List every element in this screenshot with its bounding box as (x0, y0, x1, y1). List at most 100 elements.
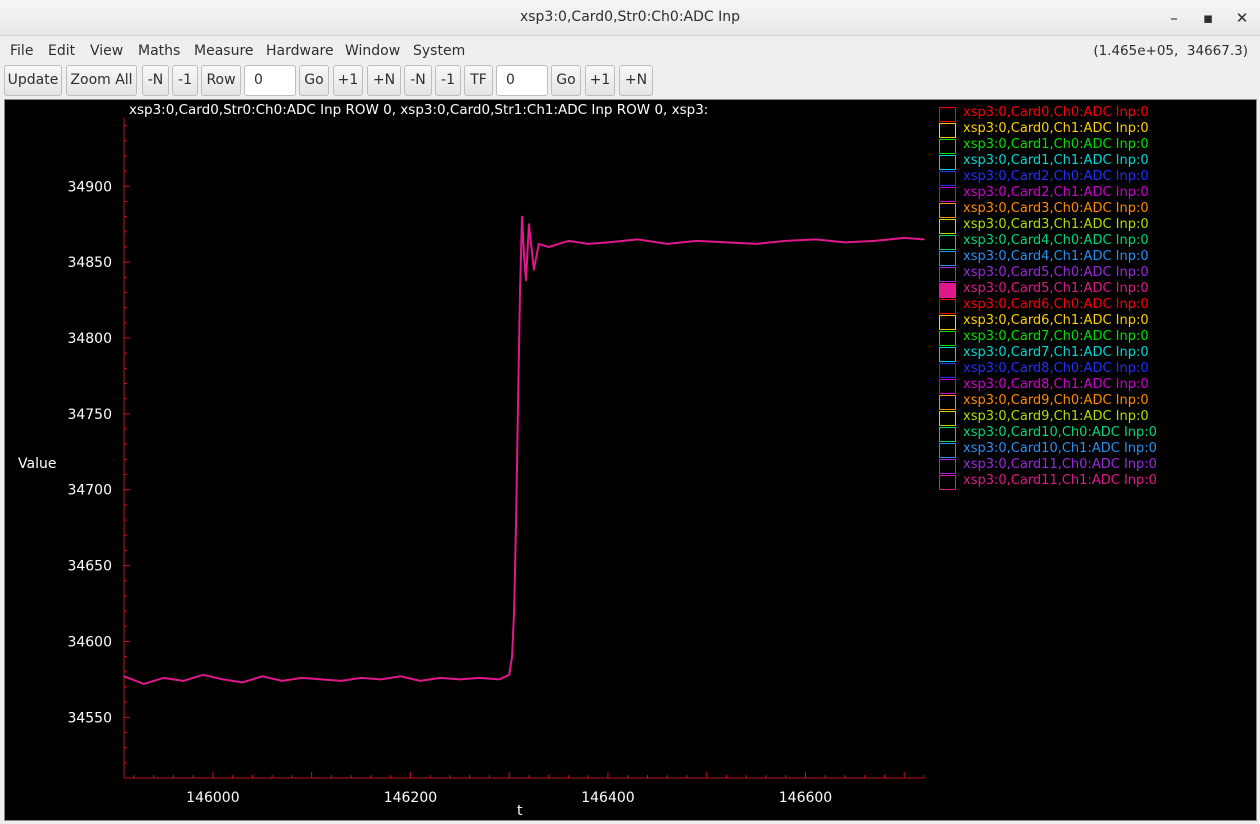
legend-item[interactable]: xsp3:0,Card10,Ch1:ADC Inp:0 (938, 441, 1238, 458)
tf-button[interactable]: TF (464, 65, 493, 96)
data-point (587, 243, 589, 245)
legend-item[interactable]: xsp3:0,Card9,Ch0:ADC Inp:0 (938, 393, 1238, 410)
tf-plus-1-button[interactable]: +1 (585, 65, 615, 96)
menu-file[interactable]: File (10, 43, 33, 59)
legend-swatch-icon (939, 475, 956, 490)
data-point (533, 268, 535, 271)
legend-item[interactable]: xsp3:0,Card9,Ch1:ADC Inp:0 (938, 409, 1238, 426)
tf-minus-1-button[interactable]: -1 (435, 65, 461, 96)
legend-item[interactable]: xsp3:0,Card6,Ch0:ADC Inp:0 (938, 297, 1238, 314)
data-point (142, 683, 145, 685)
legend-label: xsp3:0,Card5,Ch1:ADC Inp:0 (963, 281, 1149, 296)
legend-item[interactable]: xsp3:0,Card4,Ch1:ADC Inp:0 (938, 249, 1238, 266)
legend-item[interactable]: xsp3:0,Card7,Ch0:ADC Inp:0 (938, 329, 1238, 346)
row-plus-n-button[interactable]: +N (367, 65, 401, 96)
legend-item[interactable]: xsp3:0,Card0,Ch0:ADC Inp:0 (938, 105, 1238, 122)
row-go-button[interactable]: Go (299, 65, 329, 96)
row-minus-1-button[interactable]: -1 (172, 65, 198, 96)
legend-swatch-icon (939, 251, 956, 266)
zoom-all-button[interactable]: Zoom All (66, 65, 137, 96)
menu-edit[interactable]: Edit (48, 43, 75, 59)
data-point (696, 240, 698, 242)
legend-item[interactable]: xsp3:0,Card10,Ch0:ADC Inp:0 (938, 425, 1238, 442)
legend-swatch-icon (939, 331, 956, 346)
legend-label: xsp3:0,Card7,Ch0:ADC Inp:0 (963, 329, 1149, 344)
menu-view[interactable]: View (90, 43, 123, 59)
legend-item[interactable]: xsp3:0,Card1,Ch1:ADC Inp:0 (938, 153, 1238, 170)
tf-number-input[interactable]: 0 (496, 65, 548, 96)
data-point (399, 675, 402, 678)
data-point (162, 677, 165, 679)
legend-item[interactable]: xsp3:0,Card11,Ch0:ADC Inp:0 (938, 457, 1238, 474)
tf-go-button[interactable]: Go (551, 65, 581, 96)
legend-item[interactable]: xsp3:0,Card11,Ch1:ADC Inp:0 (938, 473, 1238, 490)
legend-item[interactable]: xsp3:0,Card7,Ch1:ADC Inp:0 (938, 345, 1238, 362)
menu-system[interactable]: System (413, 43, 465, 59)
legend-swatch-icon (939, 299, 956, 314)
legend-swatch-icon (939, 219, 956, 234)
data-point (725, 241, 728, 244)
row-number-input[interactable]: 0 (244, 65, 296, 96)
row-minus-n-button[interactable]: -N (142, 65, 169, 96)
legend-swatch-icon (939, 427, 956, 442)
data-point (182, 680, 185, 682)
legend-label: xsp3:0,Card3,Ch0:ADC Inp:0 (963, 201, 1149, 216)
legend-swatch-icon (939, 123, 956, 138)
menu-maths[interactable]: Maths (138, 43, 180, 59)
legend-label: xsp3:0,Card2,Ch1:ADC Inp:0 (963, 185, 1149, 200)
legend-label: xsp3:0,Card11,Ch0:ADC Inp:0 (963, 457, 1157, 472)
data-point (607, 241, 609, 244)
legend-swatch-icon (939, 363, 956, 378)
legend-item[interactable]: xsp3:0,Card2,Ch0:ADC Inp:0 (938, 169, 1238, 186)
row-plus-1-button[interactable]: +1 (333, 65, 363, 96)
legend-swatch-icon (939, 459, 956, 474)
legend-item[interactable]: xsp3:0,Card8,Ch0:ADC Inp:0 (938, 361, 1238, 378)
close-icon[interactable]: ✕ (1230, 6, 1254, 30)
legend-item[interactable]: xsp3:0,Card6,Ch1:ADC Inp:0 (938, 313, 1238, 330)
minimize-icon[interactable]: – (1162, 6, 1186, 30)
legend-item[interactable]: xsp3:0,Card4,Ch0:ADC Inp:0 (938, 233, 1238, 250)
menu-measure[interactable]: Measure (194, 43, 254, 59)
legend-swatch-icon (939, 395, 956, 410)
legend-label: xsp3:0,Card4,Ch0:ADC Inp:0 (963, 233, 1149, 248)
data-point (320, 678, 323, 681)
data-point (528, 223, 530, 226)
legend-item[interactable]: xsp3:0,Card5,Ch0:ADC Inp:0 (938, 265, 1238, 282)
plot-title: xsp3:0,Card0,Str0:Ch0:ADC Inp ROW 0, xsp… (129, 102, 709, 118)
data-point (755, 243, 757, 245)
legend-label: xsp3:0,Card6,Ch1:ADC Inp:0 (963, 313, 1149, 328)
legend-label: xsp3:0,Card8,Ch1:ADC Inp:0 (963, 377, 1149, 392)
data-point (519, 291, 521, 294)
window-titlebar: xsp3:0,Card0,Str0:Ch0:ADC Inp – ▪ ✕ (0, 0, 1260, 36)
data-point (666, 243, 669, 245)
maximize-icon[interactable]: ▪ (1196, 6, 1220, 30)
legend-item[interactable]: xsp3:0,Card0,Ch1:ADC Inp:0 (938, 121, 1238, 138)
data-point (517, 397, 519, 400)
tf-plus-n-button[interactable]: +N (619, 65, 653, 96)
y-tick-label: 34600 (67, 634, 112, 650)
menu-window[interactable]: Window (345, 43, 400, 59)
menubar: File Edit View Maths Measure Hardware Wi… (0, 37, 1260, 65)
legend-item[interactable]: xsp3:0,Card2,Ch1:ADC Inp:0 (938, 185, 1238, 202)
legend-swatch-icon (939, 283, 956, 298)
data-point (923, 238, 925, 241)
window-title: xsp3:0,Card0,Str0:Ch0:ADC Inp (519, 9, 741, 25)
legend-item[interactable]: xsp3:0,Card8,Ch1:ADC Inp:0 (938, 377, 1238, 394)
update-button[interactable]: Update (4, 65, 62, 96)
legend-item[interactable]: xsp3:0,Card3,Ch1:ADC Inp:0 (938, 217, 1238, 234)
plot-area[interactable]: 34550 34600 34650 34700 34750 34800 34850 34900… (4, 99, 1257, 821)
data-point (478, 677, 481, 679)
legend-swatch-icon (939, 315, 956, 330)
legend-swatch-icon (939, 235, 956, 250)
legend-item[interactable]: xsp3:0,Card3,Ch0:ADC Inp:0 (938, 201, 1238, 218)
menu-hardware[interactable]: Hardware (266, 43, 334, 59)
legend-item[interactable]: xsp3:0,Card5,Ch1:ADC Inp:0 (938, 281, 1238, 298)
legend-label: xsp3:0,Card10,Ch0:ADC Inp:0 (963, 425, 1157, 440)
row-button[interactable]: Row (201, 65, 241, 96)
legend-item[interactable]: xsp3:0,Card1,Ch0:ADC Inp:0 (938, 137, 1238, 154)
data-point (547, 246, 550, 248)
x-tick-label: 146400 (581, 790, 634, 806)
tf-minus-n-button[interactable]: -N (404, 65, 432, 96)
data-point (241, 681, 244, 684)
legend-label: xsp3:0,Card1,Ch0:ADC Inp:0 (963, 137, 1149, 152)
